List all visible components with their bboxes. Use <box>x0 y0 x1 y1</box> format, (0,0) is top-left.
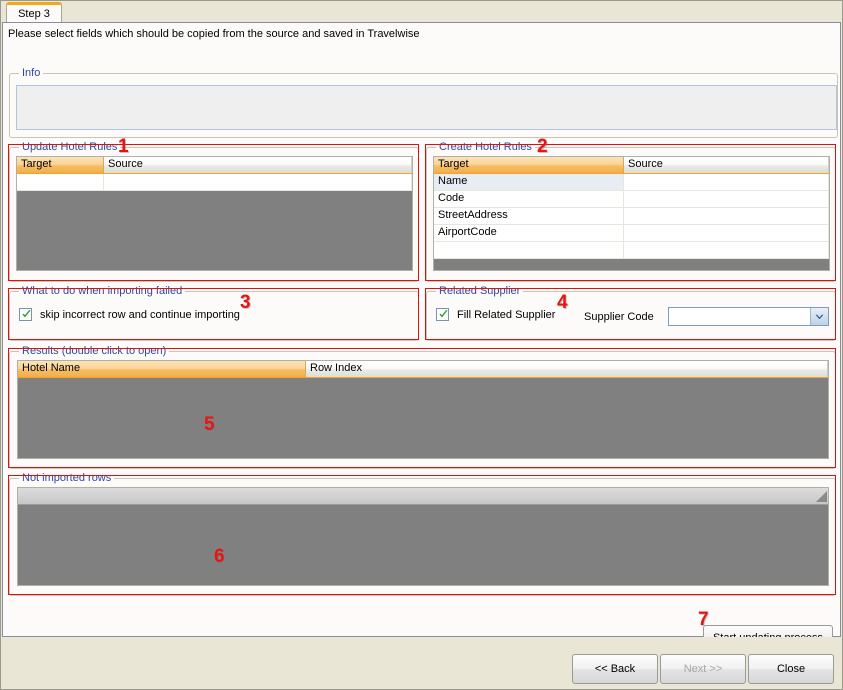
check-icon <box>439 310 448 318</box>
instruction-text: Please select fields which should be cop… <box>8 28 420 40</box>
checkbox-box[interactable] <box>436 308 449 321</box>
create-hotel-rules-col-target[interactable]: Target <box>434 157 624 173</box>
supplier-code-label: Supplier Code <box>584 311 654 323</box>
supplier-code-value[interactable] <box>669 308 810 325</box>
results-header-row: Hotel Name Row Index <box>18 361 828 378</box>
tab-strip: Step 3 <box>1 1 842 23</box>
group-importing-failed-title: What to do when importing failed <box>19 285 186 297</box>
group-info: Info <box>9 67 838 138</box>
update-hotel-rules-header-row: Target Source <box>17 157 412 174</box>
update-hotel-rules-empty-area <box>17 191 412 269</box>
tab-content-panel: Please select fields which should be cop… <box>2 22 841 651</box>
fill-related-supplier-label: Fill Related Supplier <box>457 308 556 321</box>
fill-related-supplier-checkbox[interactable]: Fill Related Supplier <box>436 308 555 321</box>
cell-target[interactable]: StreetAddress <box>434 208 624 224</box>
group-create-hotel-rules-title: Create Hotel Rules <box>436 141 535 153</box>
results-col-hotel-name[interactable]: Hotel Name <box>18 361 306 377</box>
cell-target[interactable] <box>434 242 624 258</box>
group-update-hotel-rules: Update Hotel Rules Target Source <box>9 141 419 282</box>
cell-source[interactable] <box>624 242 829 258</box>
close-button[interactable]: Close <box>748 654 834 684</box>
group-results: Results (double click to open) Hotel Nam… <box>9 345 836 469</box>
table-row[interactable] <box>434 242 829 259</box>
results-empty-area <box>18 378 828 458</box>
close-button-label: Close <box>776 662 806 675</box>
resize-corner-icon <box>816 491 827 502</box>
create-hotel-rules-empty-area <box>434 259 829 270</box>
create-hotel-rules-col-source[interactable]: Source <box>624 157 829 173</box>
back-button[interactable]: << Back <box>572 654 658 684</box>
cell-source[interactable] <box>624 191 829 207</box>
cell-source[interactable] <box>104 174 412 190</box>
table-row[interactable] <box>17 174 412 191</box>
skip-incorrect-row-label: skip incorrect row and continue importin… <box>40 308 240 321</box>
update-hotel-rules-grid[interactable]: Target Source <box>16 156 413 271</box>
create-hotel-rules-header-row: Target Source <box>434 157 829 174</box>
checkbox-box[interactable] <box>19 308 32 321</box>
back-button-label: << Back <box>594 662 636 675</box>
not-imported-rows-grid[interactable] <box>17 487 829 586</box>
group-not-imported-rows: Not imported rows <box>9 472 836 596</box>
not-imported-rows-header-row <box>18 488 828 505</box>
tab-step-3[interactable]: Step 3 <box>6 2 62 23</box>
table-row[interactable]: AirportCode <box>434 225 829 242</box>
supplier-code-combobox[interactable] <box>668 307 829 326</box>
cell-target[interactable] <box>17 174 104 190</box>
group-update-hotel-rules-title: Update Hotel Rules <box>19 141 121 153</box>
table-row[interactable]: Name <box>434 174 829 191</box>
group-info-title: Info <box>19 67 44 79</box>
group-related-supplier: Related Supplier Fill Related Supplier S… <box>426 285 836 341</box>
group-not-imported-rows-title: Not imported rows <box>19 472 115 484</box>
info-panel <box>16 85 837 130</box>
skip-incorrect-row-checkbox[interactable]: skip incorrect row and continue importin… <box>19 308 240 321</box>
dialog-footer: << Back Next >> Close <box>2 637 841 689</box>
group-create-hotel-rules: Create Hotel Rules Target Source Name Co… <box>426 141 836 282</box>
next-button: Next >> <box>660 654 746 684</box>
not-imported-rows-empty-area <box>18 505 828 585</box>
chevron-down-icon[interactable] <box>810 308 828 325</box>
update-hotel-rules-col-target[interactable]: Target <box>17 157 104 173</box>
group-importing-failed: What to do when importing failed skip in… <box>9 285 419 341</box>
cell-target[interactable]: Name <box>434 174 624 190</box>
update-hotel-rules-col-source[interactable]: Source <box>104 157 412 173</box>
cell-target[interactable]: AirportCode <box>434 225 624 241</box>
cell-target[interactable]: Code <box>434 191 624 207</box>
cell-source[interactable] <box>624 225 829 241</box>
import-wizard-dialog: Step 3 Please select fields which should… <box>0 0 843 690</box>
tab-step-3-label: Step 3 <box>18 8 50 20</box>
create-hotel-rules-grid[interactable]: Target Source Name Code StreetAddress Ai… <box>433 156 830 271</box>
results-col-row-index[interactable]: Row Index <box>306 361 828 377</box>
cell-source[interactable] <box>624 174 829 190</box>
results-grid[interactable]: Hotel Name Row Index <box>17 360 829 459</box>
group-related-supplier-title: Related Supplier <box>436 285 524 297</box>
next-button-label: Next >> <box>683 662 723 675</box>
check-icon <box>22 310 31 318</box>
cell-source[interactable] <box>624 208 829 224</box>
table-row[interactable]: Code <box>434 191 829 208</box>
group-results-title: Results (double click to open) <box>19 345 170 357</box>
table-row[interactable]: StreetAddress <box>434 208 829 225</box>
